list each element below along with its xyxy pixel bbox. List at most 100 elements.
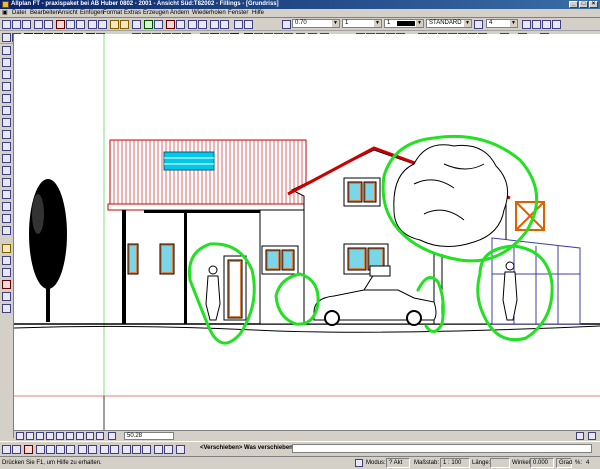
tool-line-icon[interactable] — [2, 46, 11, 55]
tool-opening-icon[interactable] — [2, 70, 11, 79]
laenge-value[interactable] — [490, 458, 510, 468]
cmd-ortho-icon[interactable] — [66, 445, 75, 454]
print-icon[interactable] — [34, 20, 43, 29]
ruler-icon[interactable] — [154, 20, 163, 29]
open-file-icon[interactable] — [12, 20, 21, 29]
cmd-point-icon[interactable] — [36, 445, 45, 454]
tool-window-icon[interactable] — [2, 94, 11, 103]
tool-props-icon[interactable] — [2, 304, 11, 313]
status-mode-icon[interactable] — [355, 459, 363, 467]
minimize-button[interactable]: _ — [569, 1, 578, 8]
cut-icon[interactable] — [56, 20, 65, 29]
tool-roof-icon[interactable] — [2, 142, 11, 151]
design-center-icon[interactable] — [198, 20, 207, 29]
cmd-pen-icon[interactable] — [142, 445, 151, 454]
menu-hilfe[interactable]: Hilfe — [252, 9, 264, 18]
menu-wiederholen[interactable]: Wiederholen — [192, 9, 226, 18]
modus-value[interactable]: ? Akt — [386, 458, 410, 468]
cmd-filter-icon[interactable] — [78, 445, 87, 454]
close-button[interactable]: × — [589, 1, 598, 8]
properties-icon[interactable] — [188, 20, 197, 29]
nav-copy-icon[interactable] — [96, 432, 104, 440]
calculator-icon[interactable] — [220, 20, 229, 29]
pen-icon[interactable] — [282, 20, 291, 29]
cmd-grid-icon[interactable] — [56, 445, 65, 454]
massstab-value[interactable]: 1 : 100 — [440, 458, 470, 468]
menu-bearbeiten[interactable]: Bearbeiten — [30, 9, 59, 18]
nav-move-icon[interactable] — [16, 432, 24, 440]
tool-stair-icon[interactable] — [2, 154, 11, 163]
cmd-undo-icon[interactable] — [2, 445, 11, 454]
tool-label-icon[interactable] — [2, 190, 11, 199]
wizard-icon[interactable] — [144, 20, 153, 29]
tool-area-icon[interactable] — [2, 178, 11, 187]
cmd-info-icon[interactable] — [176, 445, 185, 454]
cmd-layer-icon[interactable] — [122, 445, 131, 454]
cmd-measure-icon[interactable] — [164, 445, 173, 454]
nav-left-icon[interactable] — [36, 432, 44, 440]
cmd-text-icon[interactable] — [154, 445, 163, 454]
snap-icon[interactable] — [166, 20, 175, 29]
grid-icon[interactable] — [176, 20, 185, 29]
cmd-select-icon[interactable] — [100, 445, 109, 454]
area-style-icon[interactable] — [552, 20, 561, 29]
maximize-button[interactable]: □ — [579, 1, 588, 8]
cmd-lock-icon[interactable] — [110, 445, 119, 454]
pattern-icon[interactable] — [532, 20, 541, 29]
nav-down-icon[interactable] — [66, 432, 74, 440]
save-icon[interactable] — [22, 20, 31, 29]
fill-icon[interactable] — [542, 20, 551, 29]
help-icon[interactable] — [132, 20, 141, 29]
cmd-color-icon[interactable] — [132, 445, 141, 454]
nav-up-icon[interactable] — [56, 432, 64, 440]
nav-print-icon[interactable] — [86, 432, 94, 440]
print-preview-icon[interactable] — [44, 20, 53, 29]
menu-icon[interactable]: ▣ — [2, 9, 8, 18]
tool-slab-icon[interactable] — [2, 130, 11, 139]
tool-expand-icon[interactable] — [2, 244, 11, 253]
nav-fit-icon[interactable] — [76, 432, 84, 440]
layer-select[interactable]: STANDARD ▼ — [426, 19, 472, 28]
line-type-select[interactable]: 1 ▼ — [342, 19, 382, 28]
hatch-icon[interactable] — [522, 20, 531, 29]
tool-sum-icon[interactable] — [2, 226, 11, 235]
tools-icon[interactable] — [210, 20, 219, 29]
nav-right-icon[interactable] — [46, 432, 54, 440]
line-color-select[interactable]: 1 ▼ — [384, 19, 424, 28]
layer-settings-icon[interactable] — [474, 20, 483, 29]
tool-beam-icon[interactable] — [2, 118, 11, 127]
window-icon[interactable] — [234, 20, 243, 29]
tool-macro-icon[interactable] — [2, 214, 11, 223]
redo-icon[interactable] — [98, 20, 107, 29]
cmd-delete-icon[interactable] — [24, 445, 33, 454]
undo-icon[interactable] — [88, 20, 97, 29]
unit-value[interactable]: Grad — [556, 458, 572, 468]
cmd-snap-icon[interactable] — [46, 445, 55, 454]
tool-color-icon[interactable] — [2, 292, 11, 301]
menu-fenster[interactable]: Fenster — [228, 9, 248, 18]
tool-list-icon[interactable] — [2, 268, 11, 277]
help-pointer-icon[interactable] — [244, 20, 253, 29]
tool-layers-icon[interactable] — [2, 256, 11, 265]
cmd-redo-icon[interactable] — [12, 445, 21, 454]
pen-thickness-select[interactable]: 0.70 ▼ — [292, 19, 340, 28]
tool-pen-icon[interactable] — [2, 280, 11, 289]
new-file-icon[interactable] — [2, 20, 11, 29]
fileset-icon[interactable] — [120, 20, 129, 29]
cmd-wand-icon[interactable] — [88, 445, 97, 454]
menu-format[interactable]: Format — [103, 9, 122, 18]
menu-datei[interactable]: Datei — [12, 9, 26, 18]
tool-column-icon[interactable] — [2, 106, 11, 115]
menu-einfuegen[interactable]: Einfügen — [80, 9, 104, 18]
nav-hide-icon[interactable] — [588, 432, 596, 440]
nav-zoom-icon[interactable] — [26, 432, 34, 440]
menu-aendern[interactable]: Ändern — [170, 9, 189, 18]
tool-symbol-icon[interactable] — [2, 202, 11, 211]
command-input[interactable] — [292, 444, 592, 453]
tool-room-icon[interactable] — [2, 166, 11, 175]
drawing-canvas[interactable] — [14, 34, 600, 430]
copy-icon[interactable] — [66, 20, 75, 29]
winkel-value[interactable]: 0.000 — [530, 458, 554, 468]
pen-count-select[interactable]: 4 ▼ — [486, 19, 518, 28]
menu-extras[interactable]: Extras — [124, 9, 141, 18]
